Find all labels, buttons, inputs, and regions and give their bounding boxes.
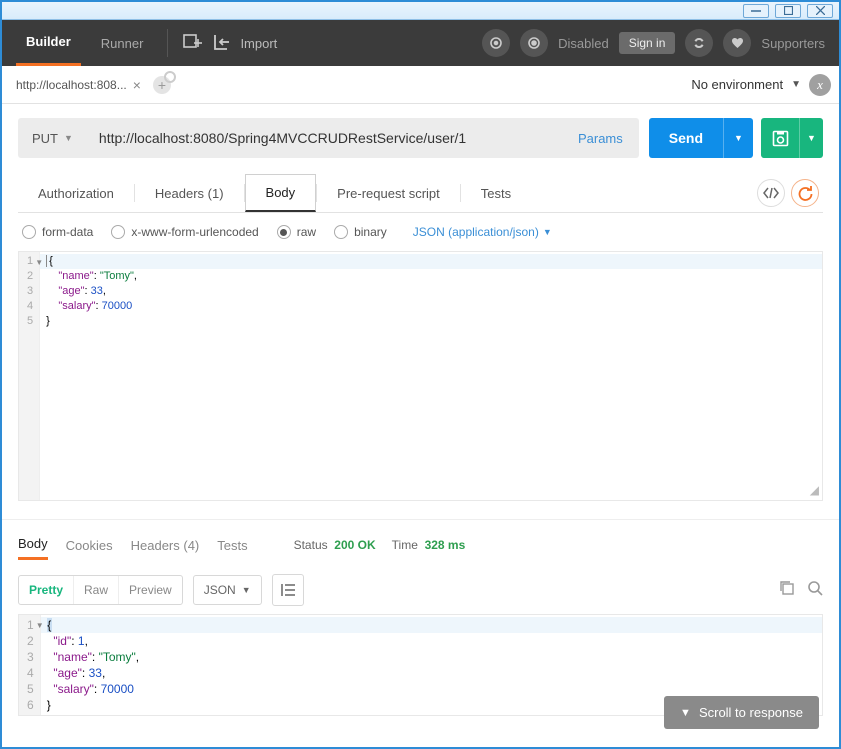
code-snippet-icon[interactable] [757, 179, 785, 207]
view-mode-group: Pretty Raw Preview [18, 575, 183, 605]
save-icon [772, 130, 789, 147]
tab-authorization[interactable]: Authorization [18, 176, 134, 211]
http-method-dropdown[interactable]: PUT ▼ [18, 118, 87, 158]
response-tab-cookies[interactable]: Cookies [66, 532, 113, 559]
response-tab-tests[interactable]: Tests [217, 532, 247, 559]
main-toolbar: Builder Runner Import Disabled Sign in [2, 20, 839, 66]
reset-icon[interactable] [791, 179, 819, 207]
close-tab-icon[interactable]: × [133, 77, 141, 93]
response-format-dropdown[interactable]: JSON ▼ [193, 575, 262, 605]
pane-splitter[interactable] [2, 519, 839, 520]
body-type-row: form-data x-www-form-urlencoded raw bina… [18, 213, 823, 251]
url-input[interactable] [87, 118, 562, 158]
maximize-button[interactable] [775, 4, 801, 18]
time-value: 328 ms [425, 538, 466, 552]
copy-response-icon[interactable] [779, 580, 795, 601]
window-titlebar [2, 2, 839, 20]
request-tabstrip: http://localhost:808... × + No environme… [2, 66, 839, 104]
response-tab-headers[interactable]: Headers (4) [131, 532, 200, 559]
heart-icon[interactable] [723, 29, 751, 57]
http-method-label: PUT [32, 131, 58, 146]
tab-body[interactable]: Body [245, 174, 317, 212]
view-preview-button[interactable]: Preview [119, 576, 182, 604]
chevron-down-icon[interactable]: ▼ [791, 79, 801, 90]
toolbar-divider [167, 29, 168, 57]
response-toolbar: Pretty Raw Preview JSON ▼ [2, 560, 839, 614]
chevron-down-icon: ▼ [242, 585, 251, 595]
editor-code[interactable]: { "name": "Tomy", "age": 33, "salary": 7… [40, 252, 822, 500]
view-raw-button[interactable]: Raw [74, 576, 119, 604]
search-response-icon[interactable] [807, 580, 823, 601]
radio-form-data[interactable]: form-data [22, 225, 93, 239]
scroll-to-response-button[interactable]: ▼ Scroll to response [664, 696, 819, 729]
view-pretty-button[interactable]: Pretty [19, 576, 74, 604]
save-button[interactable] [761, 118, 799, 158]
chevron-down-icon: ▼ [64, 133, 73, 143]
editor-gutter: 1▼ 2345 [19, 252, 40, 500]
env-quicklook-icon[interactable]: x [809, 74, 831, 96]
supporters-label[interactable]: Supporters [761, 36, 825, 51]
chevron-down-icon: ▼ [680, 707, 691, 719]
chevron-down-icon: ▼ [734, 133, 743, 143]
radio-raw[interactable]: raw [277, 225, 316, 239]
request-area: PUT ▼ Params Send ▼ ▼ Authorizati [2, 104, 839, 501]
new-window-icon[interactable] [182, 32, 202, 55]
status-value: 200 OK [334, 538, 375, 552]
url-row: PUT ▼ Params Send ▼ ▼ [18, 118, 823, 158]
status-label: Status [294, 538, 328, 552]
request-body-editor[interactable]: 1▼ 2345 { "name": "Tomy", "age": 33, "sa… [18, 251, 823, 501]
new-tab-button[interactable]: + [153, 76, 171, 94]
sync-icon[interactable] [482, 29, 510, 57]
chevron-down-icon: ▼ [543, 227, 552, 237]
save-dropdown-button[interactable]: ▼ [799, 118, 823, 158]
environment-selector[interactable]: No environment [691, 77, 783, 92]
tab-tests[interactable]: Tests [461, 176, 531, 211]
send-button[interactable]: Send [649, 118, 723, 158]
response-tab-body[interactable]: Body [18, 530, 48, 560]
send-dropdown-button[interactable]: ▼ [723, 118, 753, 158]
tab-prerequest[interactable]: Pre-request script [317, 176, 460, 211]
sign-in-button[interactable]: Sign in [619, 32, 676, 54]
request-tab[interactable]: http://localhost:808... × [10, 73, 147, 97]
request-tab-title: http://localhost:808... [16, 78, 127, 92]
tab-headers[interactable]: Headers (1) [135, 176, 244, 211]
response-meta: Status 200 OK Time 328 ms [294, 538, 466, 552]
import-icon[interactable] [212, 33, 230, 54]
interceptor-status: Disabled [558, 36, 609, 51]
radio-binary[interactable]: binary [334, 225, 387, 239]
params-button[interactable]: Params [562, 118, 639, 158]
close-window-button[interactable] [807, 4, 833, 18]
time-label: Time [392, 538, 418, 552]
runner-tab[interactable]: Runner [91, 20, 154, 66]
interceptor-icon[interactable] [520, 29, 548, 57]
wrap-lines-icon[interactable] [272, 574, 304, 606]
resize-handle-icon[interactable]: ◢ [810, 483, 819, 497]
content-type-dropdown[interactable]: JSON (application/json) ▼ [413, 225, 552, 239]
request-section-tabs: Authorization Headers (1) Body Pre-reque… [18, 174, 823, 213]
response-gutter: 1▼ 23456 [19, 615, 41, 715]
response-tabs: Body Cookies Headers (4) Tests Status 20… [2, 530, 839, 560]
app-window: Builder Runner Import Disabled Sign in [0, 0, 841, 749]
import-label[interactable]: Import [240, 36, 277, 51]
chevron-down-icon: ▼ [807, 133, 816, 143]
builder-tab[interactable]: Builder [16, 20, 81, 66]
minimize-button[interactable] [743, 4, 769, 18]
radio-urlencoded[interactable]: x-www-form-urlencoded [111, 225, 258, 239]
settings-icon[interactable] [685, 29, 713, 57]
